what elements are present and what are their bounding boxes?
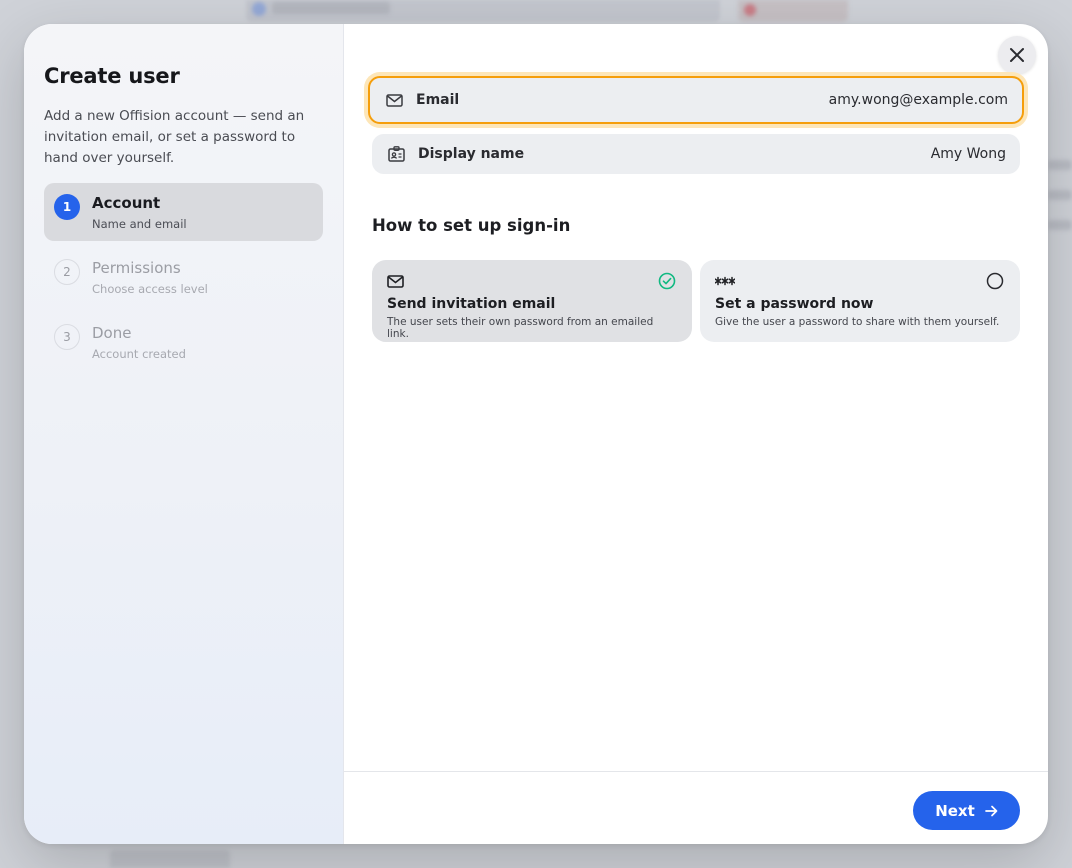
step-number: 3 xyxy=(54,324,80,350)
mail-icon xyxy=(387,272,677,290)
signin-section-title: How to set up sign-in xyxy=(372,216,571,235)
wizard-sidebar: Create user Add a new Offision account —… xyxy=(24,24,344,844)
background-search-text xyxy=(272,2,390,14)
close-button[interactable] xyxy=(998,36,1036,74)
email-field[interactable]: Email amy.wong@example.com xyxy=(368,76,1024,124)
step-done[interactable]: 3 Done Account created xyxy=(44,313,323,371)
background-button-icon xyxy=(744,4,756,16)
close-icon xyxy=(1010,48,1024,62)
signin-options: Send invitation email The user sets thei… xyxy=(372,260,1020,342)
step-subtitle: Choose access level xyxy=(92,282,208,296)
arrow-right-icon xyxy=(984,805,998,816)
background-right-content xyxy=(1048,140,1072,300)
dialog-footer: Next xyxy=(344,771,1048,844)
step-text: Done Account created xyxy=(92,323,186,362)
step-subtitle: Account created xyxy=(92,347,186,361)
next-button[interactable]: Next xyxy=(913,791,1020,830)
background-search-icon xyxy=(252,2,266,16)
step-text: Account Name and email xyxy=(92,193,187,232)
email-label: Email xyxy=(416,92,460,108)
option-title: Send invitation email xyxy=(387,296,556,312)
option-send-invitation[interactable]: Send invitation email The user sets thei… xyxy=(372,260,692,342)
background-bottom-content xyxy=(110,850,230,868)
radio-unchecked-icon xyxy=(986,272,1004,290)
display-name-field[interactable]: Display name Amy Wong xyxy=(372,134,1020,174)
step-title: Permissions xyxy=(92,259,181,277)
password-icon xyxy=(715,272,1005,290)
next-button-label: Next xyxy=(935,801,975,820)
display-name-label: Display name xyxy=(418,146,525,162)
email-value: amy.wong@example.com xyxy=(828,92,1008,108)
mail-icon xyxy=(384,90,404,110)
step-subtitle: Name and email xyxy=(92,217,187,231)
display-name-value: Amy Wong xyxy=(930,146,1006,162)
step-text: Permissions Choose access level xyxy=(92,258,208,297)
step-permissions[interactable]: 2 Permissions Choose access level xyxy=(44,248,323,306)
option-title: Set a password now xyxy=(715,296,874,312)
id-card-icon xyxy=(386,144,406,164)
step-number: 2 xyxy=(54,259,80,285)
check-circle-icon xyxy=(658,272,676,290)
wizard-steps: 1 Account Name and email 2 Permissions C… xyxy=(44,183,323,371)
option-description: The user sets their own password from an… xyxy=(387,316,654,340)
wizard-main: Email amy.wong@example.com Display name … xyxy=(344,24,1048,844)
create-user-dialog: Create user Add a new Offision account —… xyxy=(24,24,1048,844)
option-description: Give the user a password to share with t… xyxy=(715,316,1000,328)
step-account[interactable]: 1 Account Name and email xyxy=(44,183,323,241)
option-set-password[interactable]: Set a password now Give the user a passw… xyxy=(700,260,1020,342)
step-title: Account xyxy=(92,194,161,212)
dialog-description: Add a new Offision account — send an inv… xyxy=(44,108,305,166)
step-number: 1 xyxy=(54,194,80,220)
step-title: Done xyxy=(92,324,132,342)
dialog-title: Create user xyxy=(44,64,180,88)
